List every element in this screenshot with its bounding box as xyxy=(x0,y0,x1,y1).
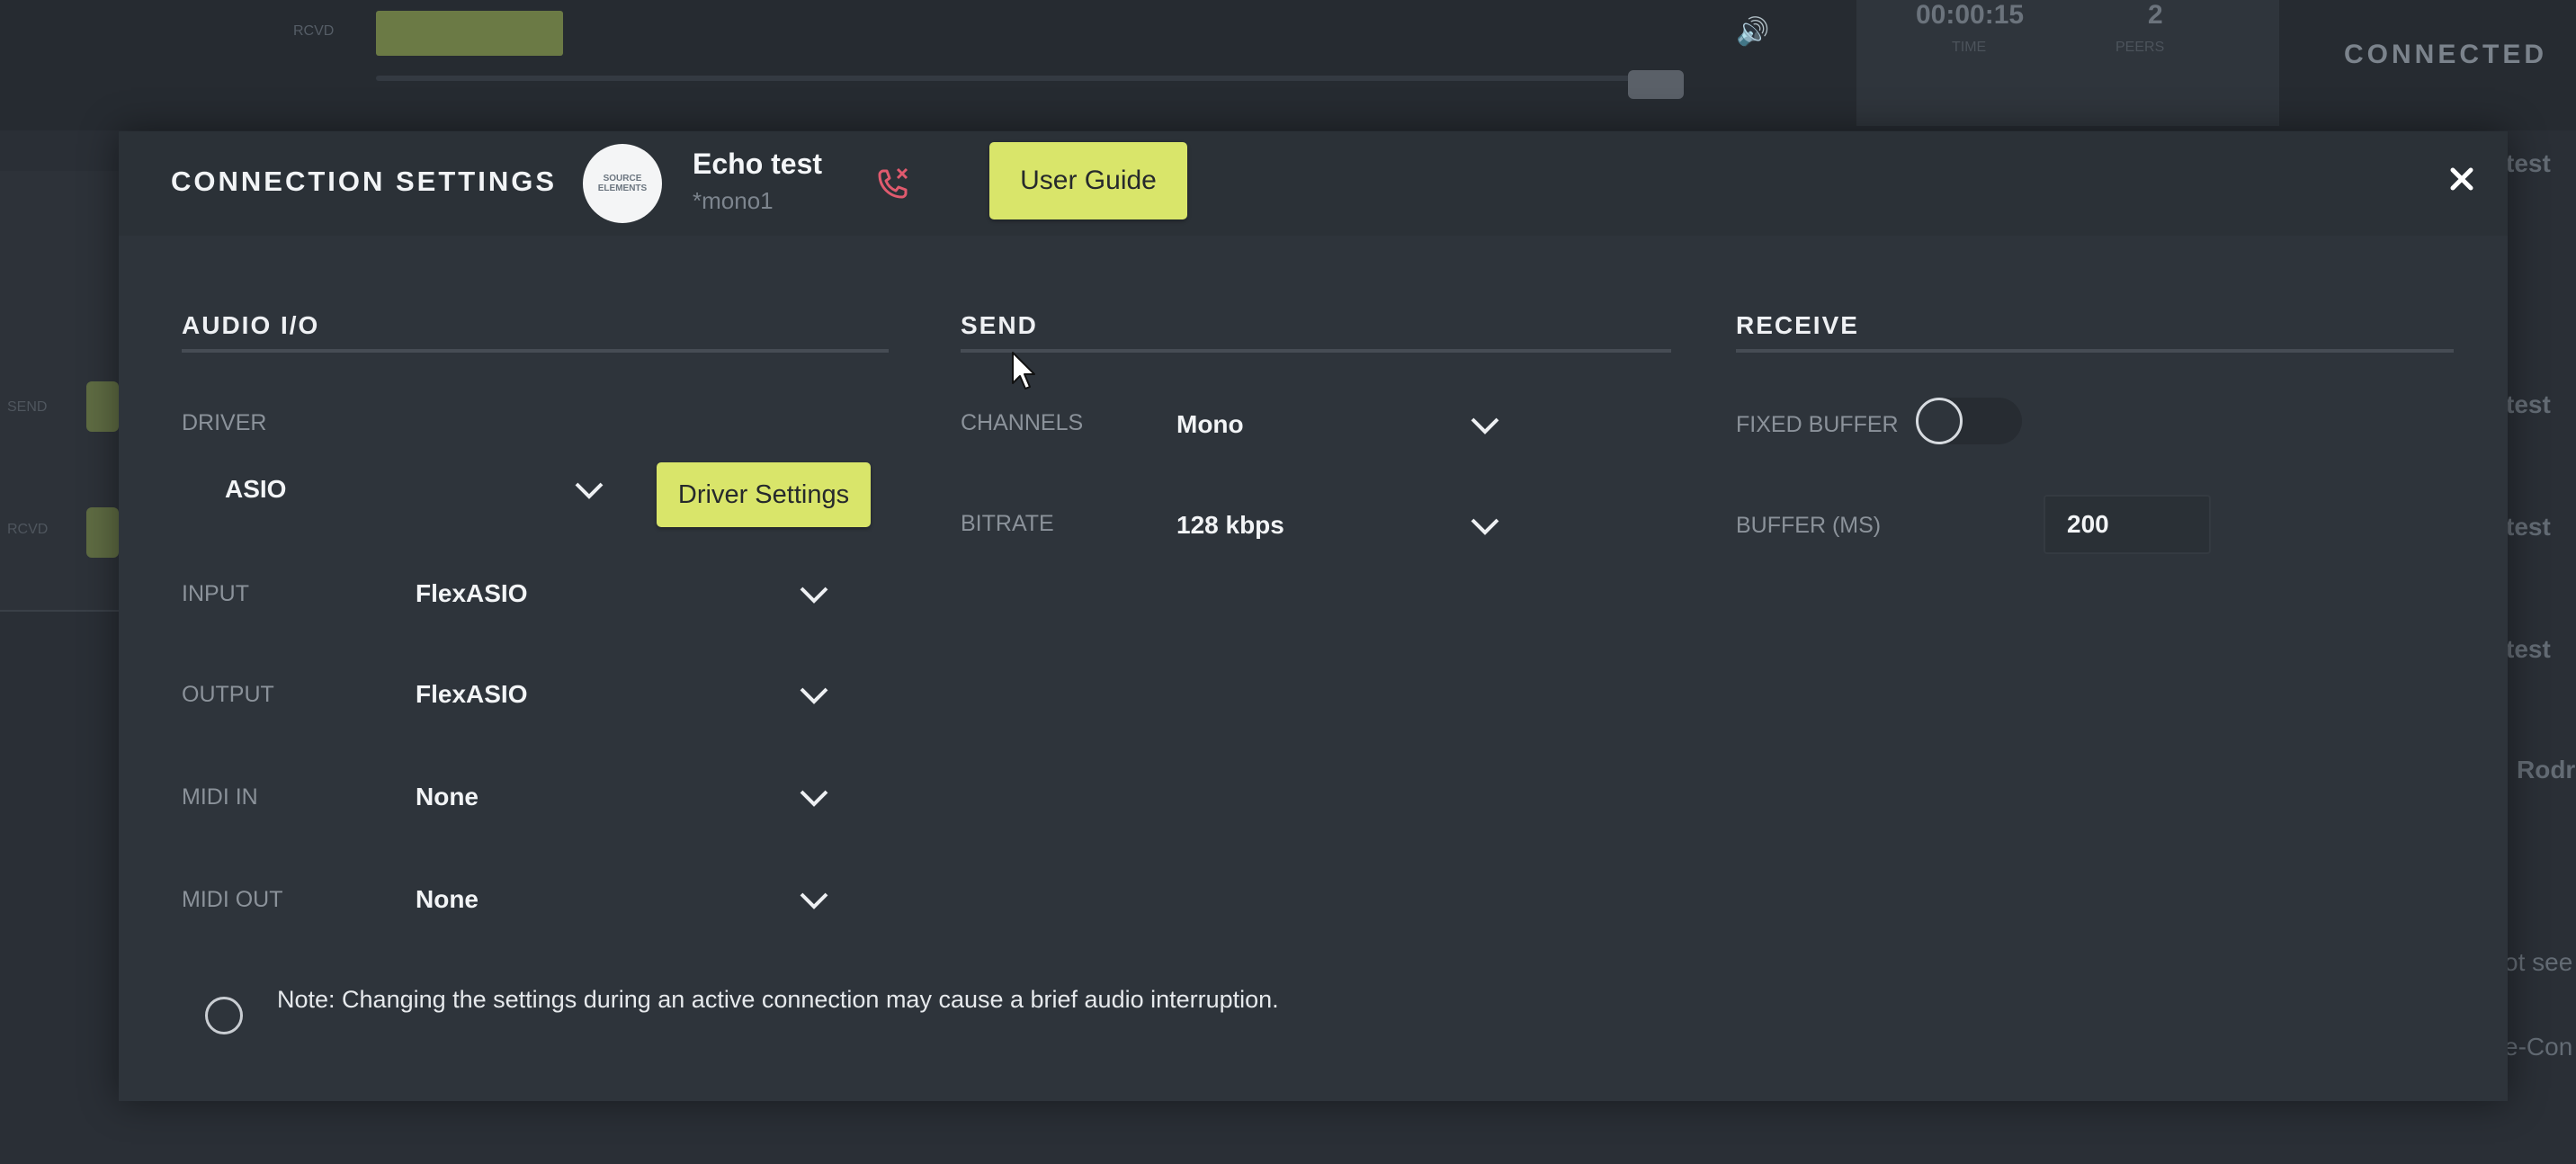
output-select[interactable]: FlexASIO xyxy=(389,662,874,734)
dialog-title: CONNECTION SETTINGS xyxy=(171,166,558,197)
driver-settings-button[interactable]: Driver Settings xyxy=(657,462,871,527)
logo-text: SOURCE ELEMENTS xyxy=(597,174,648,193)
chevron-down-icon xyxy=(800,687,828,704)
chevron-down-icon xyxy=(800,790,828,807)
background-list-item: test xyxy=(2506,390,2551,418)
midi-in-select[interactable]: None xyxy=(389,765,874,837)
driver-value: ASIO xyxy=(225,475,287,503)
hangup-call-icon[interactable] xyxy=(871,164,914,207)
bitrate-value: 128 kbps xyxy=(1176,511,1284,539)
chevron-down-icon xyxy=(800,892,828,909)
background-list-item: Rodr xyxy=(2517,756,2576,783)
output-label: OUTPUT xyxy=(182,682,274,707)
dialog-header: CONNECTION SETTINGS SOURCE ELEMENTS Echo… xyxy=(119,131,2508,236)
bitrate-label: BITRATE xyxy=(961,511,1054,536)
driver-select[interactable]: ASIO xyxy=(182,455,631,527)
mouse-cursor-icon xyxy=(1012,352,1035,389)
midi-out-select[interactable]: None xyxy=(389,867,874,939)
background-level-meter xyxy=(376,11,563,56)
channels-label: CHANNELS xyxy=(961,410,1084,435)
connection-settings-dialog: CONNECTION SETTINGS SOURCE ELEMENTS Echo… xyxy=(119,131,2508,1101)
channels-value: Mono xyxy=(1176,410,1244,438)
background-list-item: test xyxy=(2506,513,2551,541)
user-guide-button[interactable]: User Guide xyxy=(989,142,1187,219)
driver-label: DRIVER xyxy=(182,410,267,435)
background-slider-knob xyxy=(1628,70,1684,99)
chevron-down-icon xyxy=(1471,417,1499,434)
audio-io-section-title: AUDIO I/O xyxy=(182,311,320,339)
midi-out-label: MIDI OUT xyxy=(182,887,283,912)
chevron-down-icon xyxy=(800,586,828,604)
background-send-label: SEND xyxy=(7,399,48,415)
close-icon xyxy=(2450,167,2473,191)
buffer-ms-input[interactable] xyxy=(2044,495,2211,554)
chevron-down-icon xyxy=(1471,518,1499,535)
send-section-title: SEND xyxy=(961,311,1038,339)
channels-select[interactable]: Mono xyxy=(1153,392,1531,457)
toggle-knob xyxy=(1916,398,1963,444)
close-button[interactable] xyxy=(2441,158,2482,200)
settings-note: Note: Changing the settings during an ac… xyxy=(277,986,1279,1013)
receive-divider xyxy=(1736,349,2454,353)
buffer-ms-label: BUFFER (MS) xyxy=(1736,513,1882,538)
source-elements-logo: SOURCE ELEMENTS xyxy=(583,144,662,223)
receive-section-title: RECEIVE xyxy=(1736,311,1859,339)
midi-in-value: None xyxy=(416,783,479,810)
background-send-meter xyxy=(86,381,119,432)
output-value: FlexASIO xyxy=(416,680,528,708)
background-receive-meter xyxy=(86,507,119,558)
background-list-item: test xyxy=(2506,635,2551,663)
background-list-item: test xyxy=(2506,149,2551,177)
connection-name: Echo test xyxy=(693,148,823,180)
background-peer-label: PEERS xyxy=(2115,40,2165,55)
midi-in-label: MIDI IN xyxy=(182,784,258,810)
speaker-icon: 🔊 xyxy=(1736,17,1770,47)
background-list-item: ot see xyxy=(2504,948,2573,976)
bitrate-select[interactable]: 128 kbps xyxy=(1153,493,1531,558)
background-timer-label: TIME xyxy=(1952,40,1987,55)
connection-status: CONNECTED xyxy=(2344,40,2548,69)
fixed-buffer-toggle[interactable] xyxy=(1916,398,2022,444)
background-timer: 00:00:15 xyxy=(1916,0,2025,30)
chevron-down-icon xyxy=(575,482,604,499)
connection-subtitle: *mono1 xyxy=(693,187,774,214)
background-slider-track xyxy=(376,76,1635,81)
input-label: INPUT xyxy=(182,581,249,606)
background-receive-label: RCVD xyxy=(7,522,49,537)
send-divider xyxy=(961,349,1671,353)
input-value: FlexASIO xyxy=(416,579,528,607)
midi-out-value: None xyxy=(416,885,479,913)
background-meter-label: RCVD xyxy=(293,23,335,39)
note-radio[interactable] xyxy=(205,997,243,1034)
audio-io-divider xyxy=(182,349,889,353)
input-select[interactable]: FlexASIO xyxy=(389,561,874,633)
fixed-buffer-label: FIXED BUFFER xyxy=(1736,412,1899,437)
background-list-item: e-Con xyxy=(2504,1033,2573,1061)
background-peer-count: 2 xyxy=(2148,0,2163,30)
